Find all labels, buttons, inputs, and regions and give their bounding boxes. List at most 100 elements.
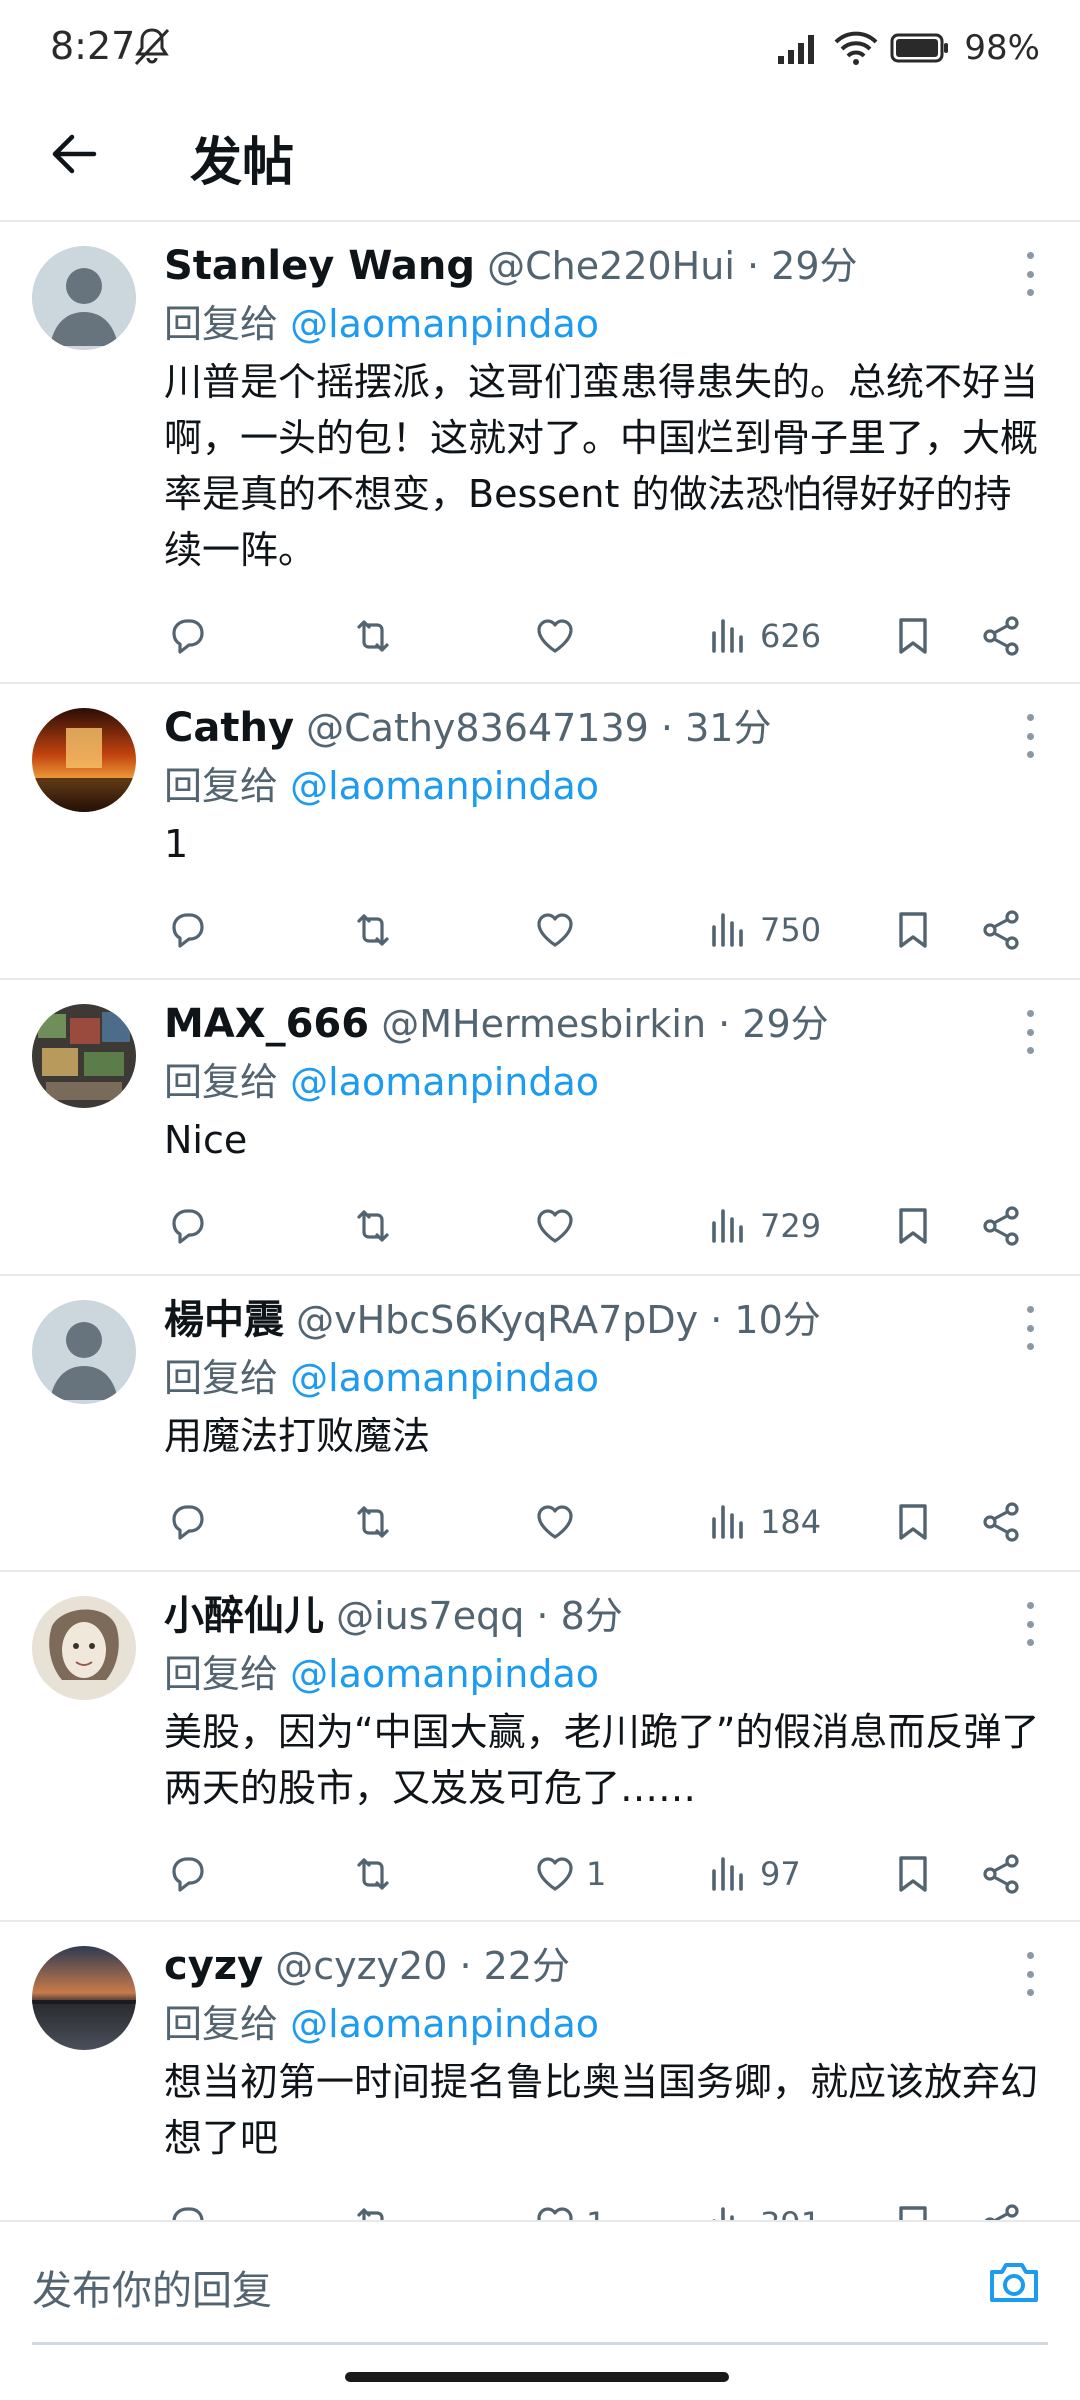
reply-to-prefix: 回复给: [164, 1060, 279, 1104]
repost-button[interactable]: [350, 2201, 396, 2220]
view-count: 750: [760, 911, 822, 949]
reply-item[interactable]: MAX_666 @MHermesbirkin · 29分 回复给 @laoman…: [0, 980, 1080, 1276]
repost-button[interactable]: [350, 1203, 396, 1249]
reply-button[interactable]: [164, 2201, 210, 2220]
avatar[interactable]: [32, 708, 136, 812]
reply-icon: [172, 1857, 204, 1892]
mention-link[interactable]: @laomanpindao: [290, 1356, 599, 1400]
more-options-button[interactable]: [1020, 252, 1040, 296]
display-name[interactable]: cyzy: [164, 1943, 263, 1989]
avatar[interactable]: [32, 1946, 136, 2050]
views-button[interactable]: 729: [706, 1203, 821, 1249]
avatar[interactable]: [32, 1300, 136, 1404]
bookmark-button[interactable]: [890, 907, 936, 953]
reply-button[interactable]: [164, 613, 210, 659]
reply-item[interactable]: cyzy @cyzy20 · 22分 回复给 @laomanpindao 想当初…: [0, 1922, 1080, 2220]
bookmark-button[interactable]: [890, 1203, 936, 1249]
reply-item[interactable]: Stanley Wang @Che220Hui · 29分 回复给 @laoma…: [0, 222, 1080, 684]
display-name[interactable]: 小醉仙儿: [164, 1593, 324, 1639]
mention-link[interactable]: @laomanpindao: [290, 764, 599, 808]
reply-header: 楊中震 @vHbcS6KyqRA7pDy · 10分: [164, 1290, 1044, 1350]
bookmark-button[interactable]: [890, 1499, 936, 1545]
views-button[interactable]: 750: [706, 907, 821, 953]
status-bar: 8:27 98%: [0, 0, 1080, 96]
view-count: 391: [760, 2205, 821, 2220]
more-options-button[interactable]: [1020, 714, 1040, 758]
more-options-button[interactable]: [1020, 1952, 1040, 1996]
reply-button[interactable]: [164, 1203, 210, 1249]
avatar[interactable]: [32, 1004, 136, 1108]
reply-list[interactable]: Stanley Wang @Che220Hui · 29分 回复给 @laoma…: [0, 222, 1080, 2220]
mention-link[interactable]: @laomanpindao: [290, 302, 599, 346]
view-count: 626: [760, 617, 822, 655]
reply-item[interactable]: 小醉仙儿 @ius7eqq · 8分 回复给 @laomanpindao 美股，…: [0, 1572, 1080, 1922]
share-button[interactable]: [978, 613, 1024, 659]
reply-header: Cathy @Cathy83647139 · 31分: [164, 698, 1044, 758]
share-button[interactable]: [978, 1203, 1024, 1249]
mention-link[interactable]: @laomanpindao: [290, 1060, 599, 1104]
reply-item[interactable]: 楊中震 @vHbcS6KyqRA7pDy · 10分 回复给 @laomanpi…: [0, 1276, 1080, 1572]
heart-icon: [537, 2207, 573, 2220]
bookmark-icon: [899, 912, 927, 948]
bookmark-icon: [899, 1208, 927, 1244]
reply-button[interactable]: [164, 907, 210, 953]
like-button[interactable]: [532, 907, 586, 953]
home-indicator[interactable]: [345, 2372, 729, 2382]
reply-icon: [172, 1505, 204, 1540]
views-button[interactable]: 97: [706, 1851, 801, 1897]
display-name[interactable]: Cathy: [164, 705, 294, 751]
user-handle[interactable]: @cyzy20: [275, 1944, 447, 1988]
reply-body: 楊中震 @vHbcS6KyqRA7pDy · 10分 回复给 @laomanpi…: [164, 1290, 1044, 1464]
reply-button[interactable]: [164, 1499, 210, 1545]
like-button[interactable]: [532, 1499, 586, 1545]
like-button[interactable]: 1: [532, 2201, 606, 2220]
reply-body: Cathy @Cathy83647139 · 31分 回复给 @laomanpi…: [164, 698, 1044, 872]
share-button[interactable]: [978, 907, 1024, 953]
bookmark-button[interactable]: [890, 613, 936, 659]
repost-button[interactable]: [350, 1499, 396, 1545]
like-button[interactable]: 1: [532, 1851, 606, 1897]
views-button[interactable]: 184: [706, 1499, 821, 1545]
mention-link[interactable]: @laomanpindao: [290, 1652, 599, 1696]
user-handle[interactable]: @ius7eqq: [336, 1594, 524, 1638]
reply-input[interactable]: 发布你的回复: [32, 2258, 272, 2316]
user-handle[interactable]: @Cathy83647139: [306, 706, 649, 750]
display-name[interactable]: MAX_666: [164, 1001, 369, 1047]
reply-composer: 发布你的回复: [0, 2220, 1080, 2346]
more-options-button[interactable]: [1020, 1010, 1040, 1054]
reply-text: 想当初第一时间提名鲁比奥当国务卿，就应该放弃幻想了吧: [164, 2060, 1039, 2160]
repost-button[interactable]: [350, 613, 396, 659]
user-handle[interactable]: @vHbcS6KyqRA7pDy: [296, 1298, 698, 1342]
view-count: 184: [760, 1503, 822, 1541]
reply-icon: [172, 1209, 204, 1244]
user-handle[interactable]: @MHermesbirkin: [381, 1002, 706, 1046]
camera-icon[interactable]: [984, 2252, 1044, 2312]
repost-button[interactable]: [350, 907, 396, 953]
bookmark-button[interactable]: [890, 2201, 936, 2220]
like-button[interactable]: [532, 613, 586, 659]
reply-text: 1: [164, 822, 189, 866]
reply-button[interactable]: [164, 1851, 210, 1897]
display-name[interactable]: 楊中震: [164, 1297, 284, 1343]
bookmark-icon: [899, 618, 927, 654]
reply-item[interactable]: Cathy @Cathy83647139 · 31分 回复给 @laomanpi…: [0, 684, 1080, 980]
repost-button[interactable]: [350, 1851, 396, 1897]
action-bar: 729: [164, 1196, 1060, 1256]
like-button[interactable]: [532, 1203, 586, 1249]
reply-to-line: 回复给 @laomanpindao: [164, 296, 1044, 352]
app-bar: 发帖: [0, 96, 1080, 222]
share-button[interactable]: [978, 1851, 1024, 1897]
back-button[interactable]: [44, 124, 104, 184]
views-button[interactable]: 626: [706, 613, 821, 659]
share-button[interactable]: [978, 2201, 1024, 2220]
share-button[interactable]: [978, 1499, 1024, 1545]
display-name[interactable]: Stanley Wang: [164, 243, 475, 289]
mention-link[interactable]: @laomanpindao: [290, 2002, 599, 2046]
more-options-button[interactable]: [1020, 1306, 1040, 1350]
user-handle[interactable]: @Che220Hui: [487, 244, 735, 288]
avatar[interactable]: [32, 1596, 136, 1700]
more-options-button[interactable]: [1020, 1602, 1040, 1646]
bookmark-button[interactable]: [890, 1851, 936, 1897]
avatar[interactable]: [32, 246, 136, 350]
views-button[interactable]: 391: [706, 2201, 821, 2220]
